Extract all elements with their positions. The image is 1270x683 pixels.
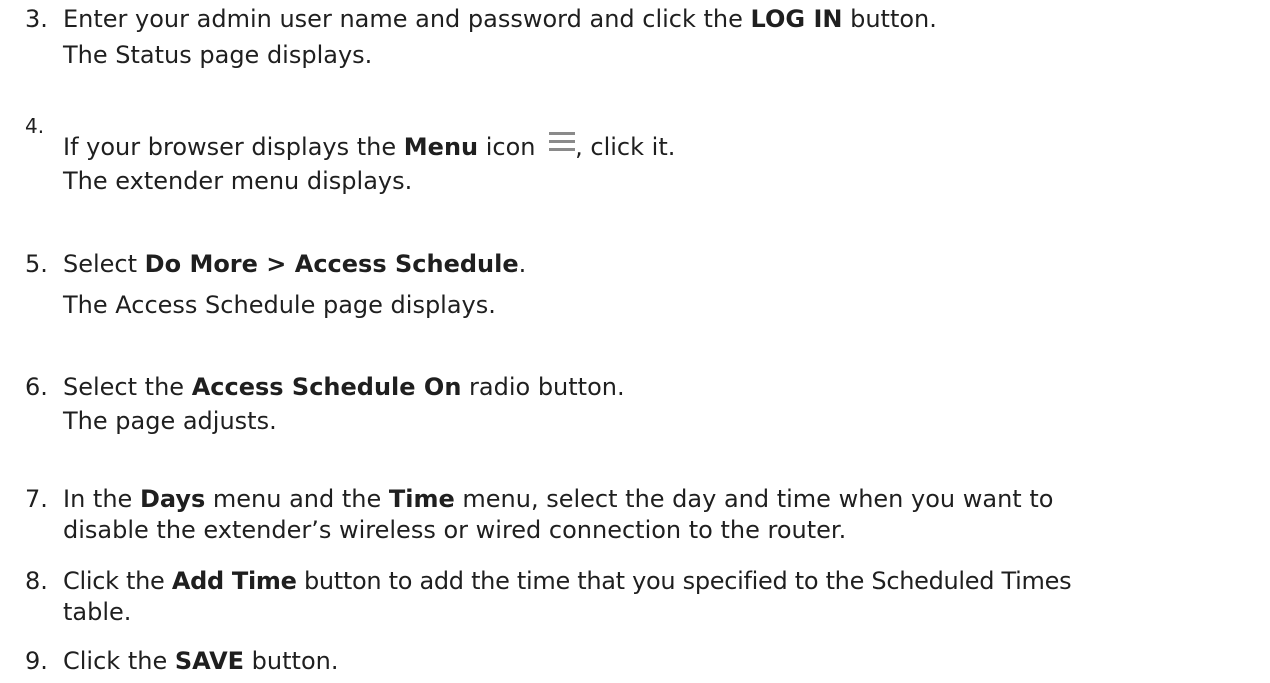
step-number: 7. <box>25 485 48 513</box>
step-result: The extender menu displays. <box>63 167 413 195</box>
step-number: 9. <box>25 647 48 675</box>
step-instruction: Select Do More > Access Schedule. <box>63 250 527 278</box>
step-instruction: Select the Access Schedule On radio butt… <box>63 373 625 401</box>
step-number: 5. <box>25 250 48 278</box>
step-instruction: Click the Add Time button to add the tim… <box>63 567 1072 595</box>
ui-label-do-more-access-schedule: Do More > Access Schedule <box>144 250 519 278</box>
step-number: 4. <box>25 114 45 138</box>
menu-hamburger-icon <box>549 132 576 151</box>
step-result: The Status page displays. <box>63 41 373 69</box>
ui-label-access-schedule-on: Access Schedule On <box>191 373 462 401</box>
ui-label-save: SAVE <box>174 647 245 675</box>
step-number: 6. <box>25 373 48 401</box>
step-instruction: In the Days menu and the Time menu, sele… <box>63 485 1054 513</box>
step-continuation: disable the extender’s wireless or wired… <box>63 516 847 544</box>
ui-label-days: Days <box>139 485 206 513</box>
ui-label-time: Time <box>388 485 455 513</box>
step-continuation: table. <box>63 598 132 626</box>
step-number: 8. <box>25 567 48 595</box>
ui-label-add-time: Add Time <box>171 567 297 595</box>
step-instruction: Click the SAVE button. <box>63 647 339 675</box>
ui-label-menu: Menu <box>403 133 479 161</box>
step-instruction: If your browser displays the Menu icon ,… <box>63 132 676 161</box>
ui-label-log-in: LOG IN <box>750 5 843 33</box>
step-instruction: Enter your admin user name and password … <box>63 5 937 33</box>
step-number: 3. <box>25 5 48 33</box>
step-result: The Access Schedule page displays. <box>63 291 496 319</box>
step-result: The page adjusts. <box>63 407 277 435</box>
